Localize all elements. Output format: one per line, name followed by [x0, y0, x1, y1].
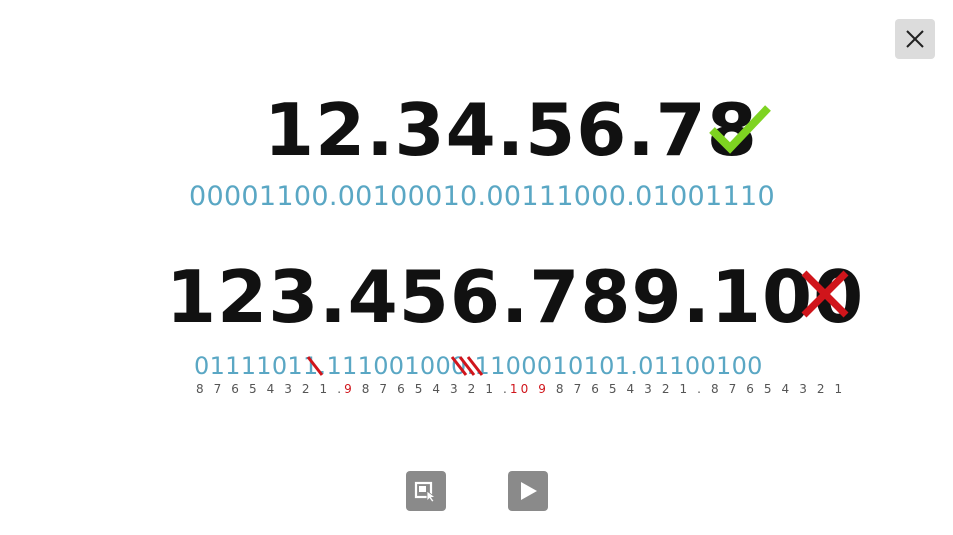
close-button[interactable] [895, 19, 935, 59]
invalid-ip-address: 123.456.789.100 [166, 255, 865, 339]
cross-icon [801, 270, 849, 318]
valid-ip-binary: 00001100.00100010.00111000.01001110 [189, 181, 775, 212]
close-icon [906, 30, 924, 48]
bit-position-numbers: 8 7 6 5 4 3 2 1 .9 8 7 6 5 4 3 2 1 .10 9… [196, 382, 845, 396]
zoom-select-icon [414, 481, 437, 503]
bit-position-segment: 8 7 6 5 4 3 2 1 . 8 7 6 5 4 3 2 1 [549, 382, 846, 396]
play-icon [521, 482, 537, 500]
bit-position-segment: 8 7 6 5 4 3 2 1 . [196, 382, 345, 396]
play-button[interactable] [508, 471, 548, 511]
valid-ip-address: 12.34.56.78 [264, 88, 758, 172]
zoom-select-button[interactable] [406, 471, 446, 511]
overflow-slash-mark [306, 356, 324, 376]
overflow-bit-position: 10 9 [509, 382, 550, 396]
overflow-slash-mark [450, 356, 484, 376]
checkmark-icon [709, 105, 771, 154]
bit-position-segment: 8 7 6 5 4 3 2 1 . [354, 382, 510, 396]
slide-content: 12.34.56.78 00001100.00100010.00111000.0… [0, 0, 953, 535]
overflow-bit-position: 9 [344, 382, 355, 396]
